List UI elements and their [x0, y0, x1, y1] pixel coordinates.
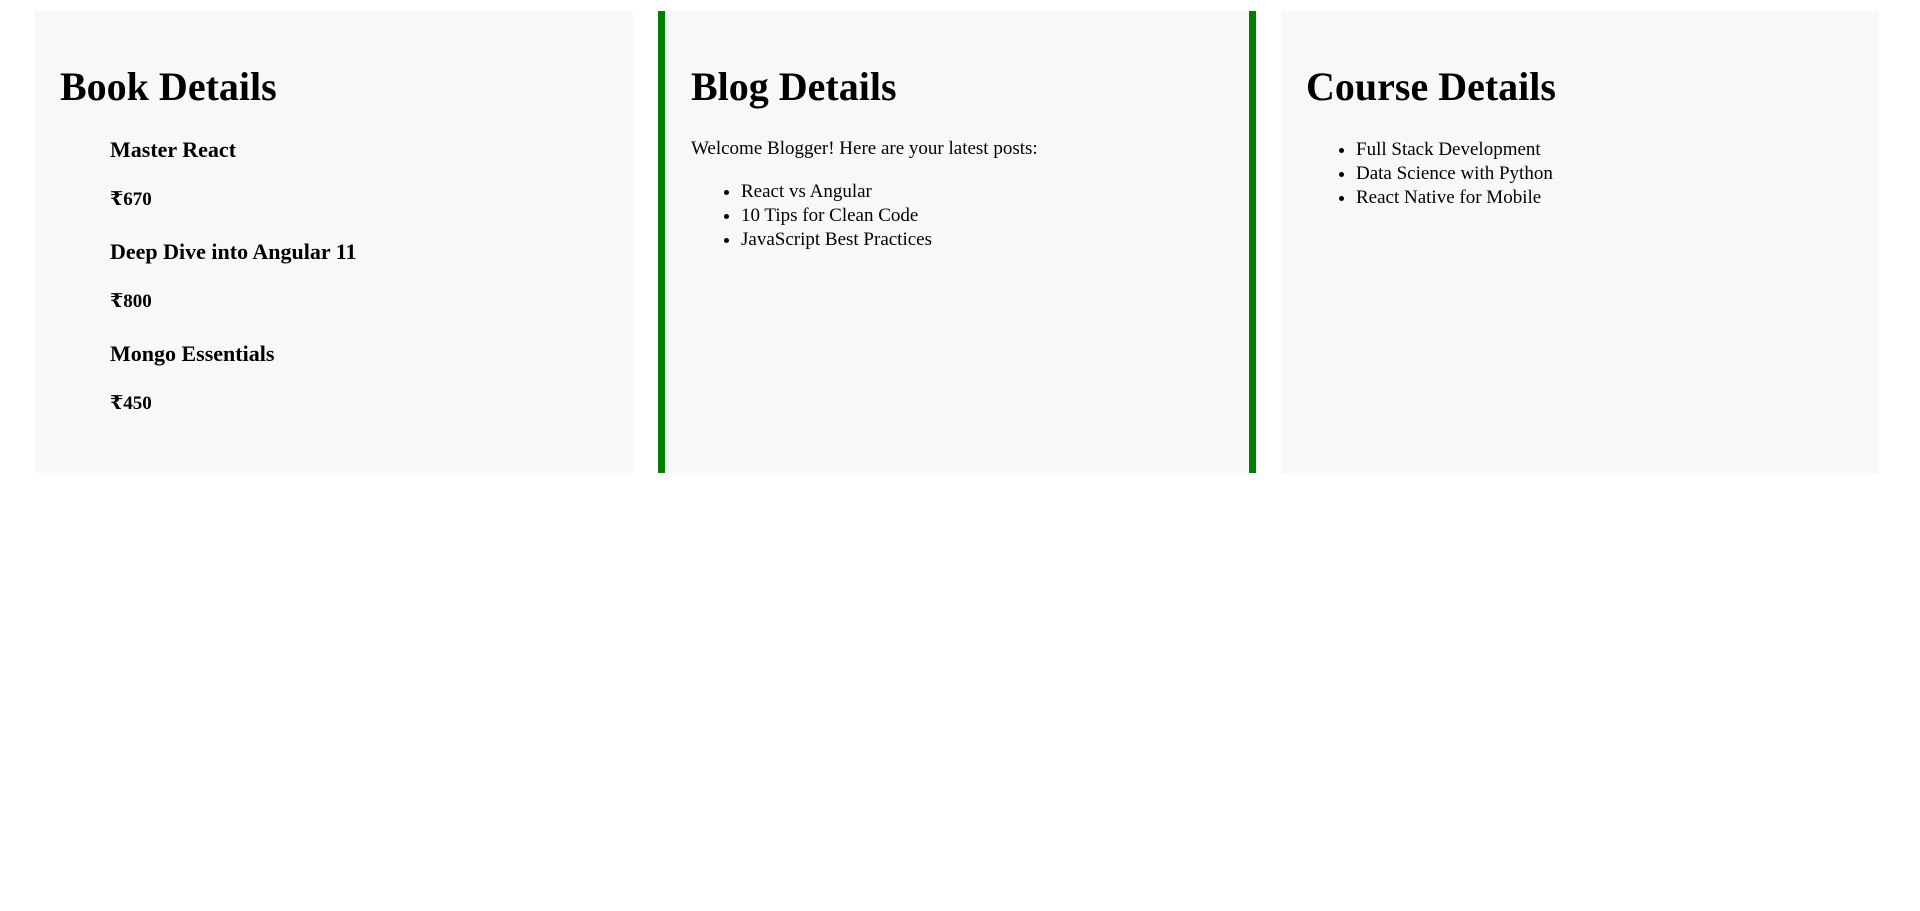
book-price: ₹670 — [110, 189, 152, 210]
book-title: Mongo Essentials — [110, 341, 275, 366]
book-item: Deep Dive into Angular 11 ₹800 — [110, 239, 608, 313]
book-details-panel: Book Details Master React ₹670 Deep Dive… — [35, 11, 633, 473]
blog-intro-text: Welcome Blogger! Here are your latest po… — [691, 138, 1038, 159]
book-item: Mongo Essentials ₹450 — [110, 341, 608, 415]
course-list: Full Stack Development Data Science with… — [1306, 138, 1854, 210]
list-item: 10 Tips for Clean Code — [741, 204, 1224, 228]
blog-details-heading: Blog Details — [691, 64, 897, 109]
book-title: Deep Dive into Angular 11 — [110, 239, 357, 264]
course-details-panel: Course Details Full Stack Development Da… — [1281, 11, 1879, 473]
list-item: Full Stack Development — [1356, 138, 1854, 162]
blog-details-panel: Blog Details Welcome Blogger! Here are y… — [658, 11, 1256, 473]
list-item: React Native for Mobile — [1356, 186, 1854, 210]
panels-container: Book Details Master React ₹670 Deep Dive… — [35, 11, 1879, 473]
book-price: ₹800 — [110, 291, 152, 312]
list-item: JavaScript Best Practices — [741, 228, 1224, 252]
book-title: Master React — [110, 137, 237, 162]
list-item: Data Science with Python — [1356, 162, 1854, 186]
course-details-heading: Course Details — [1306, 64, 1556, 109]
list-item: React vs Angular — [741, 180, 1224, 204]
book-price: ₹450 — [110, 393, 152, 414]
book-details-heading: Book Details — [60, 64, 277, 109]
blog-post-list: React vs Angular 10 Tips for Clean Code … — [691, 180, 1224, 252]
book-list: Master React ₹670 Deep Dive into Angular… — [110, 137, 608, 415]
book-item: Master React ₹670 — [110, 137, 608, 211]
